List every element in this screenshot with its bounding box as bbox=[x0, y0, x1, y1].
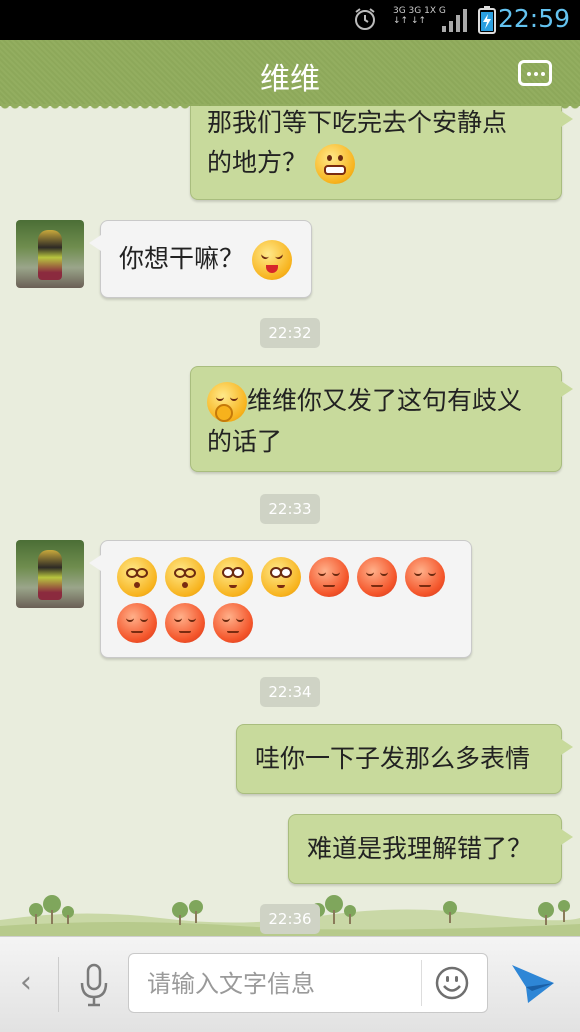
message-timestamp: 22:36 bbox=[260, 904, 320, 934]
message-bubble-outgoing[interactable]: 维维你又发了这句有歧义 的话了 bbox=[190, 366, 573, 472]
more-icon[interactable] bbox=[518, 60, 552, 86]
message-bubble-incoming[interactable] bbox=[89, 540, 472, 658]
battery-charging-icon bbox=[478, 6, 496, 34]
dizzy-emoji-icon bbox=[164, 557, 205, 597]
message-list[interactable]: 那我们等下吃完去个安静点 的地方？ 你想干嘛？ 22:32 维维你又发了这句有歧… bbox=[0, 106, 580, 936]
message-text: 的地方？ bbox=[207, 148, 308, 177]
message-input-container bbox=[128, 953, 488, 1013]
network-indicator: 3G 3G 1X G ↓↑ ↓↑ bbox=[393, 6, 446, 26]
divider bbox=[421, 960, 422, 1006]
sleepy-emoji-icon bbox=[212, 603, 253, 643]
network-activity: ↓↑ ↓↑ bbox=[393, 16, 427, 26]
microphone-icon[interactable] bbox=[78, 963, 110, 1007]
message-text: 难道是我理解错了？ bbox=[307, 834, 533, 863]
thinking-emoji-icon bbox=[207, 382, 247, 422]
confused-emoji-icon bbox=[260, 557, 301, 597]
message-timestamp: 22:33 bbox=[260, 494, 320, 524]
signal-icon bbox=[442, 9, 467, 32]
alarm-icon bbox=[355, 8, 375, 30]
message-bubble-outgoing[interactable]: 难道是我理解错了？ bbox=[288, 814, 573, 884]
message-text-line: 维维你又发了这句有歧义 bbox=[207, 381, 545, 422]
message-input[interactable] bbox=[145, 964, 419, 1004]
status-bar: 3G 3G 1X G ↓↑ ↓↑ 22:59 bbox=[0, 0, 580, 40]
message-text: 哇你一下子发那么多表情 bbox=[255, 744, 531, 773]
message-text-line: 的地方？ bbox=[207, 143, 545, 184]
sleepy-emoji-icon bbox=[356, 557, 397, 597]
avatar[interactable] bbox=[16, 540, 84, 608]
sleepy-emoji-icon bbox=[308, 557, 349, 597]
back-icon[interactable]: ‹ bbox=[20, 965, 32, 1000]
message-timestamp: 22:34 bbox=[260, 677, 320, 707]
divider bbox=[58, 957, 59, 1012]
message-text: 那我们等下吃完去个安静点 bbox=[207, 108, 508, 137]
input-bar: ‹ bbox=[0, 936, 580, 1032]
emoji-icon[interactable] bbox=[435, 966, 469, 1000]
message-timestamp: 22:32 bbox=[260, 318, 320, 348]
confused-emoji-icon bbox=[212, 557, 253, 597]
message-bubble-outgoing[interactable]: 那我们等下吃完去个安静点 的地方？ bbox=[190, 106, 573, 200]
message-text: 的话了 bbox=[207, 427, 283, 456]
chat-header: 维维 bbox=[0, 40, 580, 112]
grin-emoji-icon bbox=[314, 144, 355, 184]
sleepy-emoji-icon bbox=[117, 603, 157, 643]
network-types: 3G 3G 1X G bbox=[393, 6, 446, 16]
message-text: 你想干嘛？ bbox=[119, 244, 245, 273]
contact-name: 维维 bbox=[260, 62, 320, 97]
sleepy-emoji-icon bbox=[164, 603, 205, 643]
status-clock: 22:59 bbox=[497, 4, 570, 33]
message-bubble-incoming[interactable]: 你想干嘛？ bbox=[89, 220, 312, 298]
angry-tongue-emoji-icon bbox=[251, 240, 292, 280]
send-icon[interactable] bbox=[510, 963, 556, 1005]
dizzy-emoji-icon bbox=[117, 557, 157, 597]
sleepy-emoji-icon bbox=[404, 557, 445, 597]
message-bubble-outgoing[interactable]: 哇你一下子发那么多表情 bbox=[236, 724, 573, 794]
avatar[interactable] bbox=[16, 220, 84, 288]
message-text: 维维你又发了这句有歧义 bbox=[247, 386, 523, 415]
